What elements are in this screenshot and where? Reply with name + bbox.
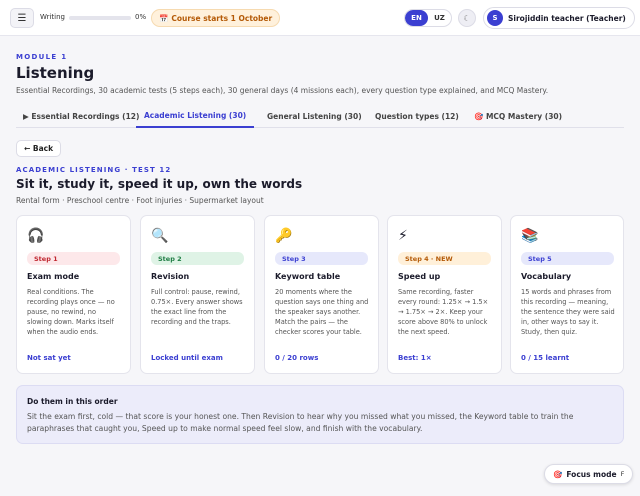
step-card-revision[interactable]: 🔍 Step 2 Revision Full control: pause, r…	[140, 215, 255, 374]
card-status: Locked until exam	[151, 354, 223, 362]
focus-mode-button[interactable]: 🎯 Focus mode F	[544, 464, 634, 484]
tab-academic-listening[interactable]: Academic Listening (30)	[136, 105, 255, 128]
card-title: Vocabulary	[521, 272, 572, 281]
step-badge: Step 5	[521, 252, 614, 265]
back-button[interactable]: ← Back	[16, 140, 62, 157]
card-status: 0 / 20 rows	[275, 354, 319, 362]
step-card-speed-up[interactable]: ⚡ Step 4 · NEW Speed up Same recording, …	[387, 215, 502, 374]
step-badge: Step 2	[151, 252, 244, 265]
writing-progress-bar	[69, 16, 131, 20]
step-card-vocabulary[interactable]: 📚 Step 5 Vocabulary 15 words and phrases…	[510, 215, 624, 374]
headphones-icon: 🎧	[27, 228, 45, 244]
writing-progress-text: 0%	[135, 13, 147, 21]
tab-question-types[interactable]: Question types (12)	[375, 105, 459, 128]
card-description: Same recording, faster every round: 1.25…	[398, 288, 489, 336]
module-label: MODULE 1	[16, 53, 68, 61]
language-uz-button[interactable]: UZ	[428, 10, 451, 26]
card-description: 20 moments where the question says one t…	[275, 288, 369, 336]
tab-mcq-mastery[interactable]: 🎯 MCQ Mastery (30)	[474, 105, 562, 128]
step-card-exam-mode[interactable]: 🎧 Step 1 Exam mode Real conditions. The …	[16, 215, 131, 374]
tab-essential-recordings[interactable]: ▶ Essential Recordings (12)	[23, 105, 139, 128]
user-name: Sirojiddin teacher (Teacher)	[508, 13, 626, 23]
key-icon: 🔑	[275, 228, 293, 244]
card-status: 0 / 15 learnt	[521, 354, 570, 362]
module-tabs: ▶ Essential Recordings (12) Academic Lis…	[16, 105, 624, 128]
magnifier-icon: 🔍	[151, 228, 169, 244]
focus-mode-label: Focus mode	[566, 469, 617, 479]
order-text: Sit the exam first, cold — that score is…	[27, 412, 574, 433]
calendar-icon: 📅	[159, 13, 169, 23]
theme-toggle-button[interactable]: ☾	[458, 9, 476, 27]
card-description: Full control: pause, rewind, 0.75×. Ever…	[151, 288, 243, 326]
moon-icon: ☾	[463, 13, 471, 23]
top-bar: ☰ Writing 0% 📅 Course starts 1 October E…	[0, 0, 640, 36]
books-icon: 📚	[521, 228, 539, 244]
card-title: Speed up	[398, 272, 441, 281]
order-title: Do them in this order	[27, 397, 118, 406]
card-title: Keyword table	[275, 272, 341, 281]
step-badge: Step 4 · NEW	[398, 252, 491, 265]
writing-label: Writing	[40, 13, 65, 21]
step-badge: Step 3	[275, 252, 368, 265]
card-title: Exam mode	[27, 272, 80, 281]
tab-general-listening[interactable]: General Listening (30)	[267, 105, 362, 128]
card-description: 15 words and phrases from this recording…	[521, 288, 615, 336]
card-title: Revision	[151, 272, 190, 281]
target-icon: 🎯	[553, 469, 563, 479]
card-description: Real conditions. The recording plays onc…	[27, 288, 115, 336]
lightning-icon: ⚡	[398, 228, 408, 244]
page-title: Listening	[16, 64, 95, 82]
test-topics: Rental form · Preschool centre · Foot in…	[16, 196, 264, 205]
course-start-badge: 📅 Course starts 1 October	[151, 9, 281, 27]
user-menu[interactable]: S Sirojiddin teacher (Teacher)	[483, 7, 635, 29]
hamburger-icon: ☰	[17, 12, 27, 24]
course-start-text: Course starts 1 October	[171, 13, 273, 23]
step-card-keyword-table[interactable]: 🔑 Step 3 Keyword table 20 moments where …	[264, 215, 379, 374]
page-subtitle: Essential Recordings, 30 academic tests …	[16, 86, 549, 95]
card-status: Not sat yet	[27, 354, 71, 362]
language-toggle: EN UZ	[404, 9, 452, 27]
focus-shortcut-key: F	[620, 470, 625, 478]
step-badge: Step 1	[27, 252, 120, 265]
card-status: Best: 1×	[398, 354, 432, 362]
language-en-button[interactable]: EN	[405, 10, 428, 26]
avatar: S	[487, 10, 503, 26]
menu-button[interactable]: ☰	[10, 8, 34, 28]
test-label: ACADEMIC LISTENING · TEST 12	[16, 166, 172, 174]
order-info-box: Do them in this order Sit the exam first…	[16, 385, 624, 444]
test-title: Sit it, study it, speed it up, own the w…	[16, 177, 303, 191]
